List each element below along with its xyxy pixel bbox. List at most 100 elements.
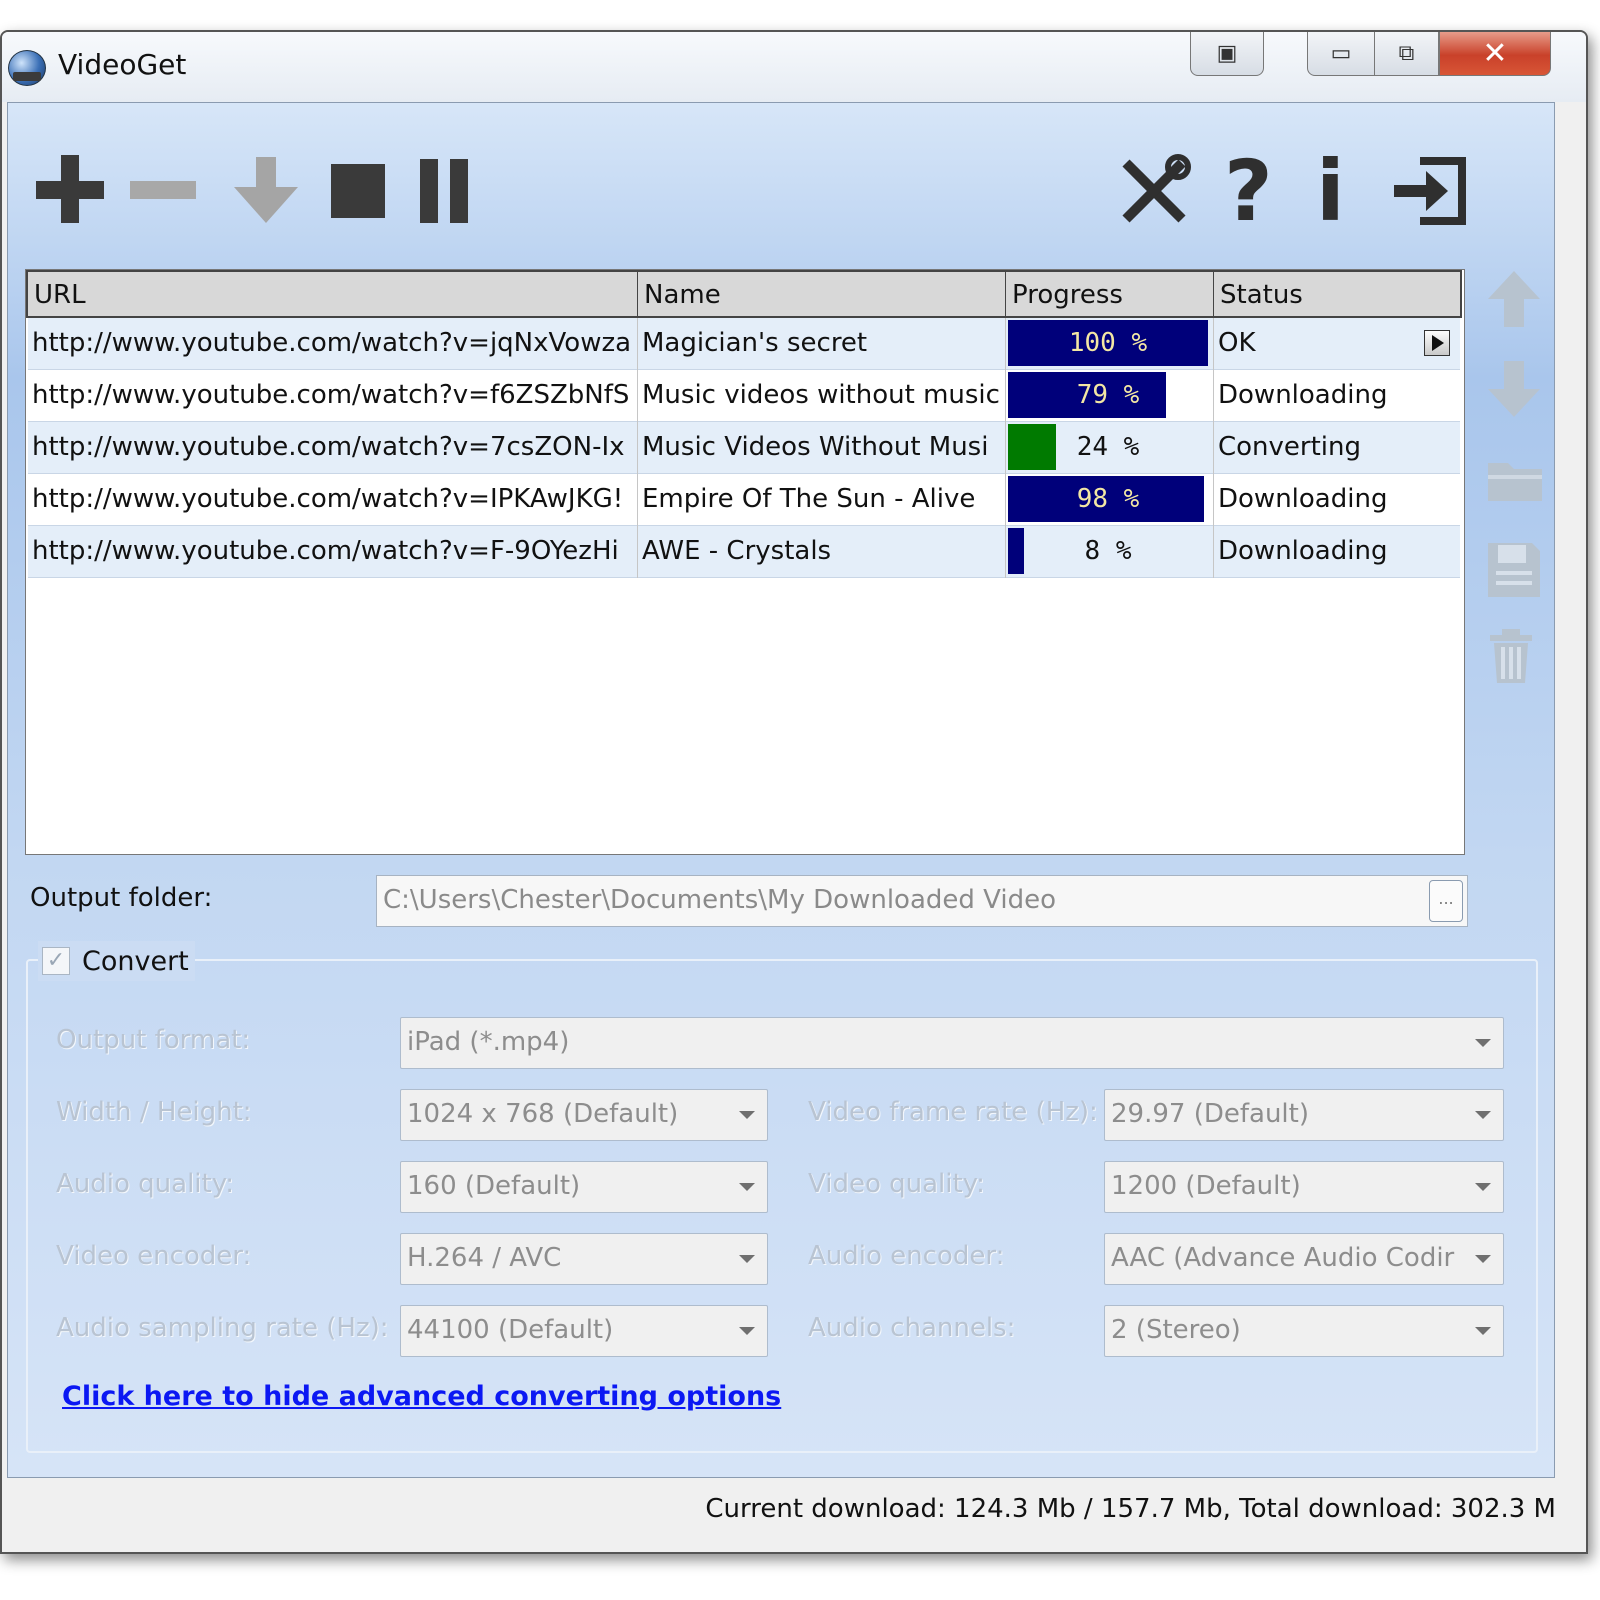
audio-quality-value: 160 (Default) <box>407 1171 581 1201</box>
progress-cell: 100 % <box>1006 318 1214 370</box>
chevron-down-icon <box>1475 1111 1491 1119</box>
status-cell: Converting <box>1214 422 1460 474</box>
status-text: OK <box>1218 328 1256 358</box>
status-text: Downloading <box>1218 380 1388 410</box>
audio-quality-select[interactable]: 160 (Default) <box>400 1161 768 1213</box>
delete-button[interactable] <box>1486 627 1542 687</box>
output-folder-field[interactable]: C:\Users\Chester\Documents\My Downloaded… <box>376 875 1468 927</box>
audio-channels-select[interactable]: 2 (Stereo) <box>1104 1305 1504 1357</box>
url-cell: http://www.youtube.com/watch?v=jqNxVowza <box>28 318 638 370</box>
chevron-down-icon <box>739 1255 755 1263</box>
convert-label: Convert <box>82 945 189 977</box>
folder-icon <box>1488 463 1542 501</box>
app-icon <box>8 50 46 86</box>
minimize-icon: ▭ <box>1330 40 1352 66</box>
column-header-name[interactable]: Name <box>638 272 1006 316</box>
sampling-rate-label: Audio sampling rate (Hz): <box>56 1313 389 1343</box>
download-arrow-icon <box>234 157 298 223</box>
width-height-value: 1024 x 768 (Default) <box>407 1099 679 1129</box>
status-bar: Current download: 124.3 Mb / 157.7 Mb, T… <box>2 1478 1586 1552</box>
save-button[interactable] <box>1486 541 1542 601</box>
chevron-down-icon <box>1475 1183 1491 1191</box>
video-encoder-value: H.264 / AVC <box>407 1243 562 1273</box>
url-cell: http://www.youtube.com/watch?v=IPKAwJKG! <box>28 474 638 526</box>
minus-icon <box>130 181 196 199</box>
progress-label: 8 % <box>1084 536 1132 566</box>
info-icon: i <box>1316 142 1345 240</box>
sampling-rate-value: 44100 (Default) <box>407 1315 614 1345</box>
chevron-down-icon <box>739 1183 755 1191</box>
move-down-button[interactable] <box>1486 359 1542 419</box>
output-format-select[interactable]: iPad (*.mp4) <box>400 1017 1504 1069</box>
audio-encoder-select[interactable]: AAC (Advance Audio Codir <box>1104 1233 1504 1285</box>
help-button[interactable]: ? <box>1216 149 1286 233</box>
output-folder-value: C:\Users\Chester\Documents\My Downloaded… <box>383 885 1056 915</box>
info-button[interactable]: i <box>1308 149 1358 233</box>
column-header-progress[interactable]: Progress <box>1006 272 1214 316</box>
list-item[interactable]: http://www.youtube.com/watch?v=jqNxVowza… <box>28 318 1460 370</box>
close-button[interactable]: ✕ <box>1439 32 1551 76</box>
pause-button[interactable] <box>414 157 474 225</box>
open-folder-button[interactable] <box>1486 455 1542 515</box>
audio-encoder-label: Audio encoder: <box>808 1241 1005 1271</box>
video-quality-value: 1200 (Default) <box>1111 1171 1301 1201</box>
output-format-label: Output format: <box>56 1025 251 1055</box>
progress-bar: 100 % <box>1008 320 1208 366</box>
stop-button[interactable] <box>328 161 388 221</box>
column-header-url[interactable]: URL <box>28 272 638 316</box>
chevron-down-icon <box>1475 1255 1491 1263</box>
progress-cell: 24 % <box>1006 422 1214 474</box>
plus-icon <box>34 155 106 225</box>
sampling-rate-select[interactable]: 44100 (Default) <box>400 1305 768 1357</box>
save-icon <box>1488 543 1540 597</box>
video-quality-label: Video quality: <box>808 1169 985 1199</box>
width-height-select[interactable]: 1024 x 768 (Default) <box>400 1089 768 1141</box>
help-icon: ? <box>1224 142 1273 240</box>
move-up-button[interactable] <box>1486 269 1542 329</box>
list-item[interactable]: http://www.youtube.com/watch?v=F-9OYezHi… <box>28 526 1460 578</box>
name-cell: Music videos without music <box>638 370 1006 422</box>
download-button[interactable] <box>230 155 302 227</box>
video-quality-select[interactable]: 1200 (Default) <box>1104 1161 1504 1213</box>
chevron-down-icon <box>739 1327 755 1335</box>
progress-label: 24 % <box>1076 432 1140 462</box>
maximize-icon: ⧉ <box>1398 40 1415 66</box>
audio-channels-value: 2 (Stereo) <box>1111 1315 1241 1345</box>
frame-rate-select[interactable]: 29.97 (Default) <box>1104 1089 1504 1141</box>
compact-mode-button[interactable]: ▣ <box>1190 32 1264 76</box>
progress-bar: 8 % <box>1008 528 1208 574</box>
play-icon[interactable] <box>1424 330 1450 356</box>
download-list[interactable]: URL Name Progress Status http://www.yout… <box>25 269 1465 855</box>
url-cell: http://www.youtube.com/watch?v=7csZON-Ix <box>28 422 638 474</box>
convert-checkbox[interactable]: ✓ <box>42 947 70 975</box>
list-item[interactable]: http://www.youtube.com/watch?v=f6ZSZbNfS… <box>28 370 1460 422</box>
audio-quality-label: Audio quality: <box>56 1169 234 1199</box>
column-header-status[interactable]: Status <box>1214 272 1462 316</box>
url-cell: http://www.youtube.com/watch?v=f6ZSZbNfS <box>28 370 638 422</box>
frame-rate-label: Video frame rate (Hz): <box>808 1097 1098 1127</box>
exit-icon <box>1394 157 1466 225</box>
settings-button[interactable] <box>1116 153 1192 227</box>
status-text: Converting <box>1218 432 1362 462</box>
add-button[interactable] <box>34 155 106 225</box>
exit-button[interactable] <box>1390 155 1470 227</box>
title-bar[interactable]: VideoGet ▣ ▭ ⧉ ✕ <box>2 32 1586 102</box>
hide-advanced-options-link[interactable]: Click here to hide advanced converting o… <box>62 1381 781 1412</box>
list-item[interactable]: http://www.youtube.com/watch?v=7csZON-Ix… <box>28 422 1460 474</box>
browse-button[interactable]: ... <box>1429 880 1463 922</box>
video-encoder-label: Video encoder: <box>56 1241 252 1271</box>
name-cell: AWE - Crystals <box>638 526 1006 578</box>
move-up-icon <box>1488 271 1540 327</box>
minimize-button[interactable]: ▭ <box>1307 32 1375 76</box>
main-panel: ? i URL Name Progress Status http://www.… <box>7 102 1555 1478</box>
video-encoder-select[interactable]: H.264 / AVC <box>400 1233 768 1285</box>
maximize-button[interactable]: ⧉ <box>1375 32 1439 76</box>
list-item[interactable]: http://www.youtube.com/watch?v=IPKAwJKG!… <box>28 474 1460 526</box>
status-cell: OK <box>1214 318 1460 370</box>
name-cell: Empire Of The Sun - Alive <box>638 474 1006 526</box>
close-icon: ✕ <box>1482 35 1508 71</box>
remove-button[interactable] <box>126 163 206 213</box>
convert-toggle[interactable]: ✓ Convert <box>38 941 195 981</box>
compact-mode-icon: ▣ <box>1216 40 1238 66</box>
progress-label: 98 % <box>1076 484 1140 514</box>
